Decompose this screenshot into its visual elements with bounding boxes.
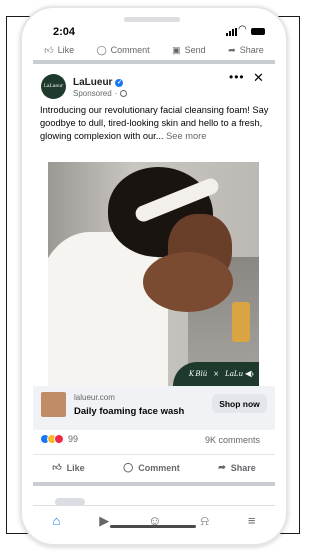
overlay-script: K Blü xyxy=(188,370,208,378)
sponsored-text: Sponsored xyxy=(73,89,112,98)
comment-icon: ◯ xyxy=(123,462,134,472)
prev-send-label: Send xyxy=(184,45,206,55)
video-bottle xyxy=(232,302,250,342)
battery-icon xyxy=(251,28,265,35)
like-label: Like xyxy=(66,462,85,473)
prev-share-button[interactable]: ➦ Share xyxy=(228,45,264,56)
share-icon: ➦ xyxy=(228,44,236,55)
post-actions: 👍︎ Like ◯ Comment ➦ Share xyxy=(33,454,275,480)
reaction-count: 99 xyxy=(68,434,79,444)
signal-icon xyxy=(226,28,237,36)
close-icon[interactable]: ✕ xyxy=(253,70,264,86)
globe-icon xyxy=(120,90,128,97)
home-icon[interactable]: ⌂ xyxy=(52,513,60,528)
product-thumbnail xyxy=(41,392,66,417)
comment-icon: ◯ xyxy=(96,44,107,55)
feed-divider xyxy=(33,60,275,64)
post-text: Introducing our revolutionary facial cle… xyxy=(40,104,272,144)
verified-badge-icon: ✓ xyxy=(115,78,124,87)
comments-count[interactable]: 9K comments xyxy=(205,435,260,445)
video-person-hands xyxy=(143,252,233,312)
prev-comment-button[interactable]: ◯ Comment xyxy=(97,45,150,56)
post-body: Introducing our revolutionary facial cle… xyxy=(40,105,269,142)
prev-share-label: Share xyxy=(239,45,264,55)
love-reaction-icon xyxy=(54,434,64,444)
link-domain: lalueur.com xyxy=(74,393,115,402)
avatar-text: LaLueur xyxy=(43,84,64,89)
sponsored-label: Sponsored · xyxy=(73,89,128,98)
like-button[interactable]: 👍︎ Like xyxy=(52,462,84,473)
share-label: Share xyxy=(230,462,256,473)
shop-now-button[interactable]: Shop now xyxy=(212,394,267,413)
screen: 2:04 ◠ 👍︎ Like ◯ Comment ▣ Send ➦ Share LaLu… xyxy=(33,22,275,530)
notifications-icon[interactable]: ⍾ xyxy=(200,513,209,529)
link-preview[interactable]: lalueur.com Daily foaming face wash Shop… xyxy=(33,386,275,430)
comment-label: Comment xyxy=(138,462,180,473)
reaction-summary[interactable]: 99 xyxy=(40,434,78,444)
home-indicator xyxy=(110,525,196,528)
prev-comment-label: Comment xyxy=(110,45,150,55)
comment-button[interactable]: ◯ Comment xyxy=(123,462,180,473)
page-name[interactable]: LaLueur ✓ xyxy=(73,77,124,88)
video-icon[interactable]: ▶ xyxy=(99,513,109,529)
page-name-text: LaLueur xyxy=(73,77,113,88)
link-headline: Daily foaming face wash xyxy=(74,406,185,417)
feed-divider-bottom xyxy=(33,482,275,486)
see-more-link[interactable]: See more xyxy=(166,131,206,141)
overlay-separator: × xyxy=(213,370,220,378)
prev-send-button[interactable]: ▣ Send xyxy=(172,45,206,56)
share-icon: ➦ xyxy=(218,462,226,472)
wifi-icon: ◠ xyxy=(238,24,247,35)
send-icon: ▣ xyxy=(172,44,181,55)
more-options-icon[interactable]: ••• xyxy=(229,70,245,84)
prev-like-label: Like xyxy=(57,45,75,55)
prev-like-button[interactable]: 👍︎ Like xyxy=(44,45,74,56)
volume-icon[interactable]: ◀⧽ xyxy=(245,369,254,379)
like-icon: 👍︎ xyxy=(44,44,54,55)
share-button[interactable]: ➦ Share xyxy=(218,462,256,473)
status-time: 2:04 xyxy=(53,26,76,38)
overlay-brand: LaLu xyxy=(225,370,244,378)
post-video[interactable]: K Blü × LaLu ◀⧽ xyxy=(48,162,259,386)
menu-icon[interactable]: ≡ xyxy=(248,513,256,528)
previous-post-actions: 👍︎ Like ◯ Comment ▣ Send ➦ Share xyxy=(33,42,275,58)
page-avatar[interactable]: LaLueur xyxy=(41,74,66,99)
like-icon: 👍︎ xyxy=(52,462,62,472)
status-bar: 2:04 ◠ xyxy=(33,22,275,42)
